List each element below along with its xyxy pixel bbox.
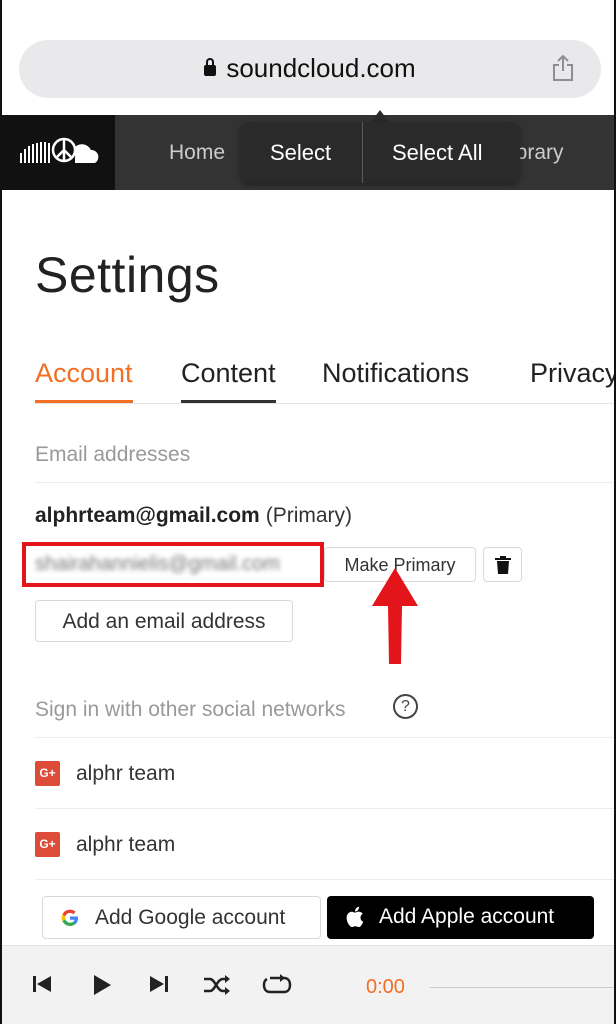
- add-google-account-button[interactable]: Add Google account: [42, 896, 321, 939]
- page-title: Settings: [35, 247, 220, 303]
- context-menu-divider: [362, 122, 363, 183]
- primary-email: alphrteam@gmail.com: [35, 504, 260, 527]
- context-select-all[interactable]: Select All: [392, 140, 483, 166]
- url-display[interactable]: soundcloud.com: [19, 53, 601, 84]
- lock-icon: [204, 58, 217, 76]
- email-section-label: Email addresses: [35, 443, 191, 466]
- divider: [35, 482, 614, 483]
- tab-account[interactable]: Account: [35, 358, 133, 403]
- google-plus-icon: G+: [35, 761, 60, 786]
- google-plus-icon: G+: [35, 832, 60, 857]
- social-account-name: alphr team: [76, 833, 176, 856]
- primary-tag: (Primary): [265, 504, 353, 527]
- add-email-button[interactable]: Add an email address: [35, 600, 293, 642]
- annotation-arrow-icon: [372, 568, 418, 664]
- shuffle-icon[interactable]: [203, 974, 231, 996]
- previous-track-icon[interactable]: [32, 974, 52, 994]
- context-select[interactable]: Select: [270, 140, 331, 166]
- google-icon: [61, 909, 78, 926]
- settings-tabs: Account Content Notifications Privacy: [35, 358, 614, 404]
- nav-home[interactable]: Home: [169, 141, 225, 165]
- share-icon[interactable]: [551, 54, 575, 82]
- help-icon[interactable]: ?: [393, 694, 418, 719]
- social-account-row: G+ alphr team: [35, 832, 614, 902]
- progress-bar[interactable]: [430, 987, 614, 988]
- context-menu-pointer: [371, 110, 389, 122]
- divider: [35, 808, 614, 809]
- add-apple-account-label: Add Apple account: [379, 905, 555, 928]
- play-icon[interactable]: [92, 974, 112, 996]
- social-account-row: G+ alphr team: [35, 761, 614, 831]
- soundcloud-logo-icon: [20, 137, 99, 163]
- url-text: soundcloud.com: [226, 53, 416, 83]
- next-track-icon[interactable]: [149, 974, 169, 994]
- playback-time: 0:00: [366, 976, 405, 998]
- primary-email-row: alphrteam@gmail.com (Primary): [35, 504, 352, 528]
- social-account-name: alphr team: [76, 762, 176, 785]
- divider: [35, 879, 614, 880]
- tab-privacy[interactable]: Privacy: [530, 358, 614, 401]
- repeat-icon[interactable]: [262, 974, 292, 996]
- delete-email-button[interactable]: [483, 547, 522, 582]
- social-section-label: Sign in with other social networks: [35, 698, 346, 721]
- context-menu: Select Select All: [240, 122, 520, 183]
- address-bar[interactable]: soundcloud.com: [19, 40, 601, 98]
- trash-icon: [495, 556, 511, 574]
- screen: soundcloud.com Home ibrary Select Select…: [0, 0, 616, 1024]
- apple-icon: [346, 906, 364, 928]
- soundcloud-logo[interactable]: [2, 115, 115, 190]
- divider: [35, 737, 614, 738]
- add-google-account-label: Add Google account: [95, 906, 286, 929]
- tab-notifications[interactable]: Notifications: [322, 358, 469, 401]
- annotation-highlight-box: [22, 542, 324, 587]
- player-bar: 0:00: [2, 945, 614, 1024]
- tab-content[interactable]: Content: [181, 358, 276, 403]
- add-apple-account-button[interactable]: Add Apple account: [327, 896, 594, 939]
